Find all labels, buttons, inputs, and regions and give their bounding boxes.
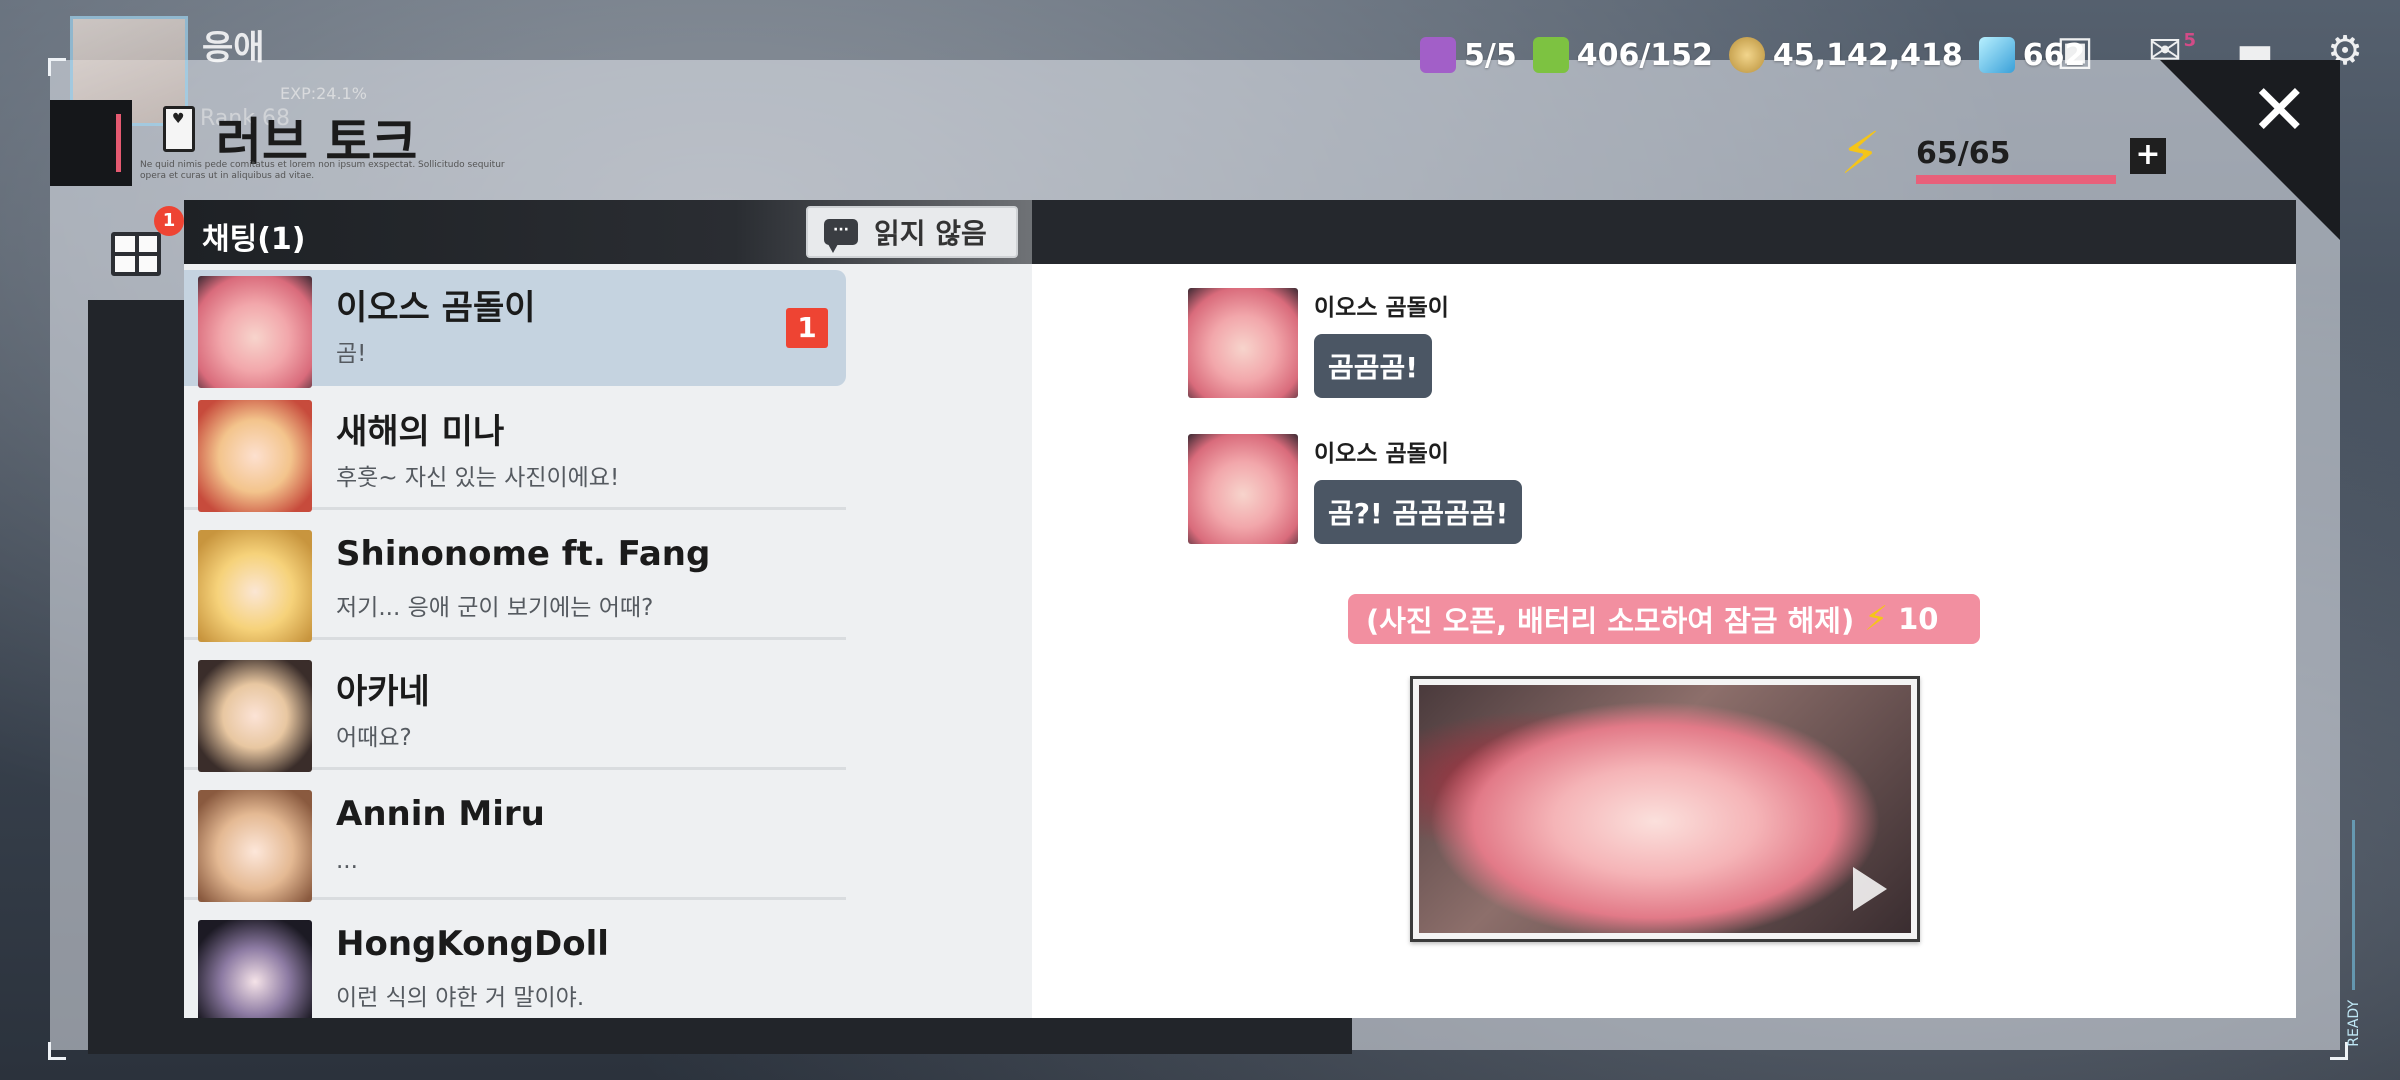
- message-bubble: 곰곰곰!: [1314, 334, 1433, 398]
- message-bubble: 곰?! 곰곰곰곰!: [1314, 480, 1523, 544]
- resource-value: 406/152: [1576, 37, 1713, 73]
- last-message: 저기... 응애 군이 보기에는 어때?: [336, 595, 654, 621]
- avatar: [198, 276, 312, 388]
- resource-value: 45,142,418: [1772, 37, 1963, 73]
- chat-list-header: 채팅(1) ··· 읽지 않음: [184, 200, 1032, 264]
- notification-badge: 1: [154, 206, 184, 236]
- resource-ticket: 5/5: [1420, 37, 1517, 73]
- contact-name: 이오스 곰돌이: [336, 288, 536, 328]
- contact-name: 아카네: [336, 672, 430, 712]
- resource-battery: 406/152: [1532, 37, 1713, 73]
- list-item[interactable]: HongKongDoll 이런 식의 야한 거 말이야.: [184, 914, 846, 1018]
- unlock-cost: 10: [1898, 602, 1939, 636]
- resource-bar: 5/5 406/152 45,142,418 662: [1420, 30, 2085, 80]
- list-item[interactable]: 이오스 곰돌이 곰! 1: [184, 270, 846, 388]
- energy-value: 65/65: [1916, 136, 2011, 171]
- energy-fill: [1916, 175, 2116, 184]
- frame-corner: [48, 1042, 66, 1060]
- resource-coin: 45,142,418: [1728, 37, 1963, 73]
- grid-icon: [111, 232, 161, 276]
- frame-corner: [48, 58, 66, 76]
- energy-bar: [1916, 175, 2116, 184]
- list-item[interactable]: Shinonome ft. Fang 저기... 응애 군이 보기에는 어때?: [184, 524, 846, 642]
- contact-name: Annin Miru: [336, 794, 545, 834]
- avatar: [198, 790, 312, 902]
- conversation-header: [1032, 200, 2296, 264]
- tab-album[interactable]: 1: [88, 206, 184, 300]
- contact-name: Shinonome ft. Fang: [336, 534, 711, 574]
- list-item[interactable]: Annin Miru ...: [184, 784, 846, 902]
- battery-icon: [1532, 37, 1569, 73]
- avatar: [198, 400, 312, 512]
- lightning-icon: ⚡: [1840, 119, 1881, 187]
- sender-name: 이오스 곰돌이: [1314, 295, 1449, 321]
- unread-filter-label: 읽지 않음: [874, 217, 987, 250]
- avatar: [198, 530, 312, 642]
- unlock-text: (사진 오픈, 배터리 소모하여 잠금 해제): [1366, 604, 1855, 638]
- avatar: [198, 660, 312, 772]
- chat-list: 이오스 곰돌이 곰! 1 새해의 미나 후훗~ 자신 있는 사진이에요! Shi…: [184, 264, 1032, 1018]
- ticket-icon: [1420, 37, 1456, 73]
- shop-icon[interactable]: ▣: [2050, 26, 2100, 76]
- last-message: 곰!: [336, 341, 367, 367]
- unlock-photo-button[interactable]: (사진 오픈, 배터리 소모하여 잠금 해제) ⚡ 10: [1348, 594, 1980, 644]
- list-item[interactable]: 새해의 미나 후훗~ 자신 있는 사진이에요!: [184, 394, 846, 512]
- last-message: 후훗~ 자신 있는 사진이에요!: [336, 465, 620, 491]
- play-icon: [1853, 867, 1887, 911]
- last-message: 이런 식의 야한 거 말이야.: [336, 985, 585, 1011]
- energy-meter: ⚡ 65/65: [1840, 120, 2180, 190]
- sender-name: 이오스 곰돌이: [1314, 441, 1449, 467]
- close-button[interactable]: ✕: [2250, 70, 2309, 150]
- last-message: ...: [336, 848, 358, 874]
- locked-photo[interactable]: [1410, 676, 1920, 942]
- gem-icon: [1978, 37, 2015, 73]
- contact-name: HongKongDoll: [336, 924, 609, 964]
- player-name: 응애: [202, 28, 265, 68]
- last-message: 어때요?: [336, 725, 412, 751]
- title-accent: [50, 100, 132, 186]
- resource-value: 5/5: [1464, 37, 1517, 73]
- message-icon: ···: [824, 219, 858, 253]
- status-text: READY: [2346, 1000, 2362, 1047]
- player-exp: EXP:24.1%: [280, 84, 367, 103]
- chat-count-title: 채팅(1): [202, 222, 306, 257]
- avatar: [198, 920, 312, 1018]
- add-energy-button[interactable]: +: [2130, 138, 2166, 174]
- contact-name: 새해의 미나: [336, 412, 505, 452]
- page-subtitle: Ne quid nimis pede comitatus et lorem no…: [140, 160, 505, 181]
- list-item[interactable]: 아카네 어때요?: [184, 654, 846, 772]
- avatar: [1188, 434, 1298, 544]
- unread-filter-button[interactable]: ··· 읽지 않음: [806, 206, 1018, 258]
- love-book-icon: [163, 106, 195, 152]
- status-gauge: [2352, 820, 2355, 990]
- avatar: [1188, 288, 1298, 398]
- lightning-icon: ⚡: [1864, 599, 1889, 639]
- mail-badge: 5: [2183, 30, 2196, 51]
- photo-thumbnail: [1419, 685, 1911, 933]
- unread-badge: 1: [786, 308, 828, 348]
- coin-icon: [1728, 37, 1765, 73]
